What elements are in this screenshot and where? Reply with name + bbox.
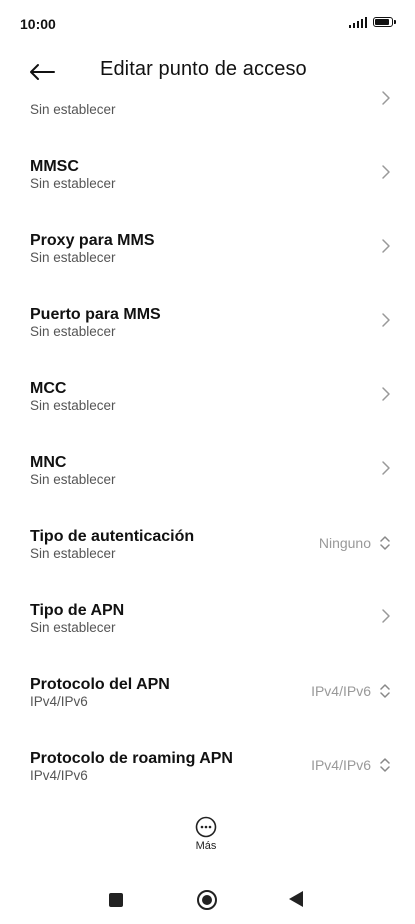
- chevron-right-icon: [382, 461, 390, 475]
- row-control: IPv4/IPv6: [311, 756, 391, 774]
- more-button[interactable]: Más: [176, 816, 236, 856]
- row-subtitle: Sin establecer: [30, 472, 116, 487]
- settings-row[interactable]: Tipo de APN Sin establecer: [0, 600, 415, 670]
- recents-button[interactable]: [108, 892, 124, 913]
- battery-icon: [373, 17, 396, 27]
- settings-row[interactable]: Tipo de autenticación Sin establecer Ningu…: [0, 526, 415, 596]
- row-subtitle: IPv4/IPv6: [30, 768, 88, 783]
- status-time: 10:00: [20, 16, 56, 32]
- row-subtitle: Sin establecer: [30, 102, 116, 117]
- settings-row[interactable]: Proxy para MMS Sin establecer: [0, 230, 415, 300]
- row-subtitle: Sin establecer: [30, 324, 116, 339]
- row-control: [381, 460, 391, 476]
- screen: 10:00 Editar punto de acceso Sin estable…: [0, 0, 415, 924]
- row-subtitle: IPv4/IPv6: [30, 694, 88, 709]
- row-control: [381, 386, 391, 402]
- row-subtitle: Sin establecer: [30, 546, 116, 561]
- chevron-right-icon: [382, 313, 390, 327]
- row-subtitle: Sin establecer: [30, 176, 116, 191]
- row-control: [381, 238, 391, 254]
- settings-row[interactable]: Puerto para MMS Sin establecer: [0, 304, 415, 374]
- arrow-left-icon: [30, 64, 55, 80]
- row-title: MMSC: [30, 158, 79, 175]
- row-value: Ninguno: [318, 535, 371, 551]
- row-value: IPv4/IPv6: [311, 683, 371, 699]
- chevron-up-down-icon: [380, 536, 390, 550]
- chevron-right-icon: [382, 239, 390, 253]
- chevron-right-icon: [382, 609, 390, 623]
- more-horizontal-icon: [195, 816, 217, 838]
- row-title: Tipo de autenticación: [30, 528, 195, 545]
- row-subtitle: Sin establecer: [30, 620, 116, 635]
- chevron-up-down-icon: [380, 684, 390, 698]
- settings-row[interactable]: Protocolo de roaming APN IPv4/IPv6 IPv4/IP…: [0, 748, 415, 818]
- chevron-up-down-icon: [380, 758, 390, 772]
- settings-row[interactable]: MCC Sin establecer: [0, 378, 415, 448]
- settings-row[interactable]: MNC Sin establecer: [0, 452, 415, 522]
- row-control: [381, 90, 391, 106]
- home-button[interactable]: [196, 889, 218, 916]
- row-control: IPv4/IPv6: [311, 682, 391, 700]
- chevron-right-icon: [382, 387, 390, 401]
- status-bar: 10:00: [0, 0, 415, 48]
- more-label: Más: [195, 840, 217, 852]
- row-control: [381, 312, 391, 328]
- row-title: MCC: [30, 380, 67, 397]
- navigation-bar: [0, 880, 415, 924]
- row-title: MNC: [30, 454, 67, 471]
- signal-icon: [349, 16, 367, 28]
- row-title: Tipo de APN: [30, 602, 125, 619]
- row-value: IPv4/IPv6: [311, 757, 371, 773]
- triangle-back-icon: [289, 891, 303, 907]
- row-control: Ninguno: [319, 534, 391, 552]
- square-icon: [109, 893, 123, 907]
- row-title: Protocolo de roaming APN: [30, 750, 233, 767]
- row-title: Puerto para MMS: [30, 306, 161, 323]
- row-title: Proxy para MMS: [30, 232, 155, 249]
- chevron-right-icon: [382, 91, 390, 105]
- page-title: Editar punto de acceso: [100, 58, 307, 80]
- row-control: [381, 164, 391, 180]
- settings-row[interactable]: Protocolo del APN IPv4/IPv6 IPv4/IPv6: [0, 674, 415, 744]
- chevron-right-icon: [382, 165, 390, 179]
- back-nav-button[interactable]: [288, 890, 304, 913]
- row-subtitle: Sin establecer: [30, 398, 116, 413]
- settings-row[interactable]: MMSC Sin establecer: [0, 156, 415, 226]
- row-title: Protocolo del APN: [30, 676, 170, 693]
- home-circle-icon: [197, 890, 217, 910]
- settings-row[interactable]: Sin establecer: [0, 82, 415, 152]
- row-subtitle: Sin establecer: [30, 250, 116, 265]
- status-icons: [349, 16, 396, 28]
- row-control: [381, 608, 391, 624]
